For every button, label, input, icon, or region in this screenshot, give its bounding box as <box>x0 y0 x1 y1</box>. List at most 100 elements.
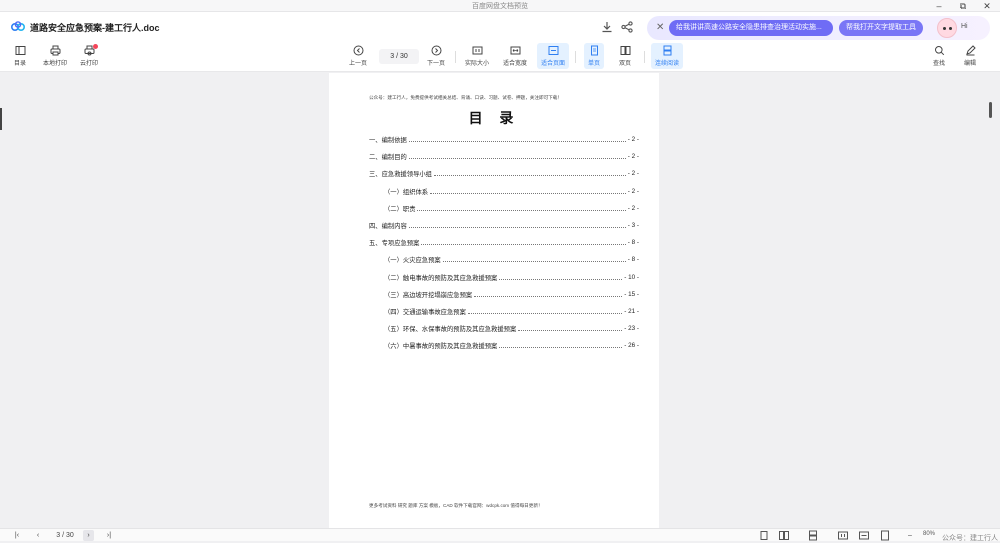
local-print-label: 本地打印 <box>43 61 68 67</box>
toc-entry-label: （一）火灾应急预案 <box>384 257 441 265</box>
ai-greeting: Hi <box>961 23 968 30</box>
page-header-note: 公众号：建工行人，免费提供考试相关总结、背诵、口诀、习题、试卷、押题，关注即可下… <box>369 95 562 100</box>
prev-circle-icon <box>353 45 363 56</box>
watermark-text: 公众号：建工行人 <box>942 535 998 542</box>
toc-leader-dots <box>442 261 626 263</box>
single-view-icon[interactable] <box>759 530 769 541</box>
continuous-read-button[interactable]: 连续阅读 <box>651 43 684 69</box>
edit-button[interactable]: 编辑 <box>964 45 976 67</box>
toc-entry[interactable]: （一）组织体系 - 2 - <box>369 183 639 200</box>
toc-leader-dots <box>417 209 626 211</box>
next-page-button[interactable]: 下一页 <box>427 45 445 67</box>
last-page-button[interactable]: ›| <box>103 530 115 541</box>
toc-leader-dots <box>433 175 626 177</box>
next-page-small-button[interactable]: › <box>83 530 94 541</box>
toc-entry-label: （六）中暑事故的预防及其应急救援预案 <box>384 343 498 351</box>
local-print-button[interactable]: 本地打印 <box>43 45 67 67</box>
window-titlebar: 百度网盘文档预览 – ⧉ ✕ <box>0 0 1000 12</box>
double-page-label: 双页 <box>619 61 632 67</box>
ai-bar-close-icon[interactable]: ✕ <box>656 22 664 33</box>
minimize-button[interactable]: – <box>932 0 946 12</box>
toc-entry[interactable]: （一）火灾应急预案 - 8 - <box>369 251 639 268</box>
ai-assistant-bar: ✕ 给我讲讲高速公路安全隐患排查治理活动实施... 帮我打开文字提取工具 Hi <box>647 16 990 40</box>
toc-entry[interactable]: 三、应急救援领导小组 - 2 - <box>369 165 639 182</box>
toc-entry-page: - 2 - <box>627 153 639 161</box>
document-title: 道路安全应急预案-建工行人.doc <box>30 23 160 33</box>
toolbar-divider <box>455 51 456 63</box>
toc-entry[interactable]: （三）高边坡开挖塌崩应急预案 - 15 - <box>369 286 639 303</box>
toc-entry-page: - 8 - <box>627 239 639 247</box>
toc-entry[interactable]: （六）中暑事故的预防及其应急救援预案 - 26 - <box>369 337 639 354</box>
toc-button[interactable]: 目录 <box>14 45 26 67</box>
document-page: 公众号：建工行人，免费提供考试相关总结、背诵、口诀、习题、试卷、押题，关注即可下… <box>329 73 659 528</box>
app-header: 道路安全应急预案-建工行人.doc ✕ 给我讲讲高速公路安全隐患排查治理活动实施… <box>0 12 1000 42</box>
toc-entry[interactable]: （二）触电事故的预防及其应急救援预案 - 10 - <box>369 269 639 286</box>
toc-entry-label: 五、专项应急预案 <box>369 240 420 248</box>
toolbar-divider <box>644 51 645 63</box>
toc-entry[interactable]: （五）环保、水保事故的预防及其应急救援预案 - 23 - <box>369 320 639 337</box>
toc-leader-dots <box>421 244 626 246</box>
toc-leader-dots <box>430 192 626 194</box>
actual-size-button[interactable]: 实际大小 <box>465 45 489 67</box>
toc-entry-page: - 2 - <box>627 187 639 195</box>
toc-entry-label: （二）职责 <box>384 205 416 213</box>
toc-entry-label: 二、编制目的 <box>369 154 407 162</box>
fit-width-button[interactable]: 适合宽度 <box>503 45 527 67</box>
sidebar-toggle-handle[interactable] <box>0 108 2 130</box>
prev-page-label: 上一页 <box>349 61 368 67</box>
status-page-indicator: 3 / 30 <box>56 532 74 539</box>
toc-entry-page: - 15 - <box>624 290 639 298</box>
prev-page-button[interactable]: 上一页 <box>349 45 367 67</box>
single-page-icon <box>590 45 598 56</box>
toc-entry-label: 三、应急救援领导小组 <box>369 171 432 179</box>
single-page-button[interactable]: 单页 <box>584 43 605 69</box>
toc-icon <box>15 46 25 55</box>
close-button[interactable]: ✕ <box>980 0 994 12</box>
search-label: 查找 <box>933 61 946 67</box>
ai-suggestion-button-2[interactable]: 帮我打开文字提取工具 <box>839 20 923 36</box>
table-of-contents: 一、编制依据 - 2 - 二、编制目的 - 2 - 三、应急救援领导小组 - 2 - （一）… <box>369 131 639 354</box>
download-icon[interactable] <box>600 20 614 34</box>
toc-entry[interactable]: 四、编制内容 - 3 - <box>369 217 639 234</box>
toc-entry[interactable]: 一、编制依据 - 2 - <box>369 131 639 148</box>
toc-entry[interactable]: （二）职责 - 2 - <box>369 200 639 217</box>
toc-leader-dots <box>518 330 623 332</box>
fit-page-icon <box>548 46 558 55</box>
search-icon <box>934 46 944 56</box>
ai-suggestion-button-1[interactable]: 给我讲讲高速公路安全隐患排查治理活动实施... <box>669 20 833 36</box>
toc-entry-label: （三）高边坡开挖塌崩应急预案 <box>384 291 473 299</box>
ai-assistant-avatar[interactable]: Hi <box>937 18 983 38</box>
toc-entry-page: - 8 - <box>627 256 639 264</box>
search-button[interactable]: 查找 <box>933 45 945 67</box>
toc-entry-page: - 2 - <box>627 170 639 178</box>
toc-entry-page: - 10 - <box>624 273 639 281</box>
double-view-icon[interactable] <box>779 530 789 541</box>
fit-page-small-icon[interactable] <box>880 530 890 541</box>
double-page-button[interactable]: 双页 <box>619 45 631 67</box>
fit-width-small-icon[interactable] <box>859 530 869 541</box>
toc-entry[interactable]: （四）交通运输事故应急预案 - 21 - <box>369 303 639 320</box>
page-number-input[interactable]: 3 / 30 <box>379 49 419 64</box>
zoom-out-button[interactable]: – <box>905 530 915 541</box>
continuous-read-label: 连续阅读 <box>655 61 680 67</box>
toc-leader-dots <box>408 158 626 160</box>
share-icon[interactable] <box>620 20 634 34</box>
scroll-view-icon[interactable] <box>808 530 818 541</box>
fit-page-button[interactable]: 适合页面 <box>537 43 570 69</box>
actual-size-small-icon[interactable] <box>838 530 848 541</box>
toc-entry[interactable]: 五、专项应急预案 - 8 - <box>369 234 639 251</box>
toc-leader-dots <box>467 312 623 314</box>
fit-width-label: 适合宽度 <box>503 61 528 67</box>
restore-button[interactable]: ⧉ <box>956 0 970 12</box>
toc-entry[interactable]: 二、编制目的 - 2 - <box>369 148 639 165</box>
double-page-icon <box>620 46 630 55</box>
toc-entry-label: （二）触电事故的预防及其应急救援预案 <box>384 274 498 282</box>
toc-entry-label: 四、编制内容 <box>369 223 407 231</box>
prev-page-small-button[interactable]: ‹ <box>33 530 43 541</box>
toc-entry-page: - 2 - <box>627 204 639 212</box>
toc-entry-page: - 21 - <box>624 307 639 315</box>
toc-label: 目录 <box>14 61 27 67</box>
vertical-scrollbar-thumb[interactable] <box>989 102 992 118</box>
first-page-button[interactable]: |‹ <box>12 530 22 541</box>
fit-width-icon <box>510 46 520 55</box>
